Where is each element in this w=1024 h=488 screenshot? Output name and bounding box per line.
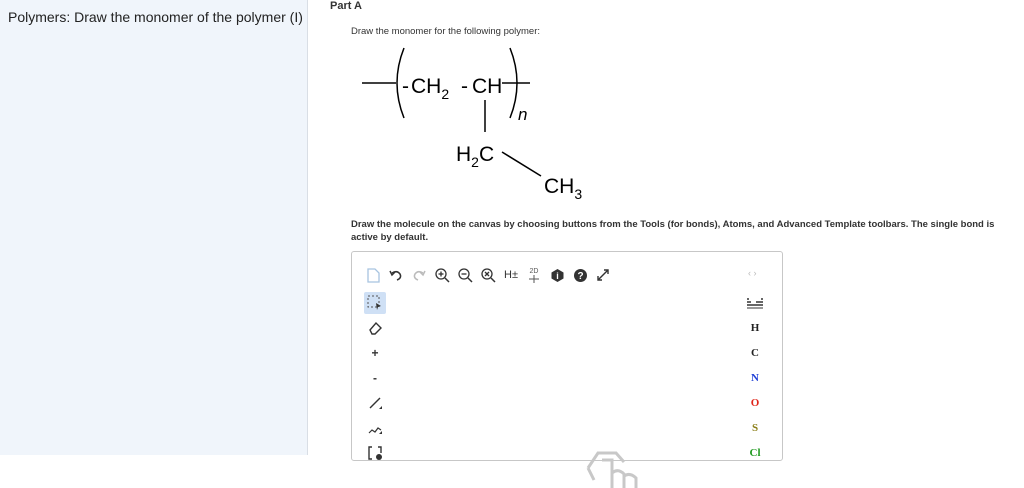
bracket-icon (368, 446, 382, 460)
chemdoodle-logo-icon (586, 451, 638, 488)
dash-left: - (402, 75, 409, 98)
lasso-select-icon (367, 295, 381, 310)
h2c-label: H2C (456, 143, 494, 170)
atom-s-label: S (751, 422, 759, 434)
part-label: Part A (330, 0, 362, 12)
atoms-toolbar: H C N O S Cl (744, 292, 768, 467)
clear-canvas-button[interactable] (479, 265, 497, 285)
clean-2d-button[interactable]: 2D (525, 265, 543, 285)
ch-label: CH (472, 75, 502, 98)
clean-2d-label: 2D (529, 267, 539, 275)
atom-c-label: C (751, 347, 759, 359)
toolbar-nav-arrows[interactable]: ‹ › (748, 268, 757, 278)
undo-icon (389, 270, 402, 281)
new-document-button[interactable] (364, 265, 382, 285)
single-bond-icon (369, 397, 382, 409)
tools-toolbar: + - (364, 292, 388, 467)
zoom-in-button[interactable] (433, 265, 451, 285)
hydrogens-button[interactable]: H± (502, 265, 520, 285)
undo-button[interactable] (387, 265, 405, 285)
atom-s-button[interactable]: S (744, 417, 766, 439)
bracket-tool-button[interactable] (364, 442, 386, 464)
atom-cl-label: Cl (749, 447, 761, 459)
atom-n-label: N (751, 372, 759, 384)
atom-o-button[interactable]: O (744, 392, 766, 414)
repeat-n-label: n (518, 105, 527, 124)
info-icon: i (551, 268, 563, 282)
eraser-tool-button[interactable] (364, 317, 386, 339)
atom-h-button[interactable]: H (744, 317, 766, 339)
polymer-structure: - CH2 - CH n H2C CH3 (362, 47, 582, 202)
chain-icon (368, 427, 382, 434)
ch3-label: CH3 (544, 175, 582, 202)
zoom-out-icon (457, 267, 473, 283)
select-tool-button[interactable] (364, 292, 386, 314)
top-toolbar: H± 2D i ? (364, 264, 617, 286)
zoom-in-icon (434, 267, 450, 283)
document-icon (366, 267, 380, 283)
svg-text:i: i (556, 271, 559, 281)
atom-c-button[interactable]: C (744, 342, 766, 364)
diagonal-bond (501, 151, 542, 177)
decrease-charge-button[interactable]: - (364, 367, 386, 389)
instructions-text: Draw the molecule on the canvas by choos… (351, 219, 995, 243)
atom-h-label: H (750, 322, 760, 334)
help-icon: ? (573, 268, 587, 282)
periodic-table-button[interactable] (744, 292, 766, 314)
dash-middle: - (461, 75, 468, 98)
help-button[interactable]: ? (571, 265, 589, 285)
svg-text:?: ? (577, 271, 583, 282)
redo-button[interactable] (410, 265, 428, 285)
ch2-label: CH2 (411, 75, 449, 102)
zoom-out-button[interactable] (456, 265, 474, 285)
atom-o-label: O (750, 397, 760, 409)
single-bond-button[interactable] (364, 392, 386, 414)
prompt-text: Draw the monomer for the following polym… (351, 26, 541, 37)
increase-charge-button[interactable]: + (364, 342, 386, 364)
fullscreen-button[interactable] (594, 265, 612, 285)
periodic-table-icon (747, 298, 763, 309)
question-title: Polymers: Draw the monomer of the polyme… (8, 9, 303, 25)
info-button[interactable]: i (548, 265, 566, 285)
eraser-icon (369, 321, 382, 335)
chain-tool-button[interactable] (364, 417, 386, 439)
redo-icon (413, 270, 426, 281)
expand-icon (597, 269, 609, 281)
drawing-canvas[interactable] (394, 292, 739, 488)
clean-2d-icon (529, 274, 539, 283)
molecule-editor: H± 2D i ? ‹ › + - H C N O S Cl (351, 251, 783, 488)
atom-cl-button[interactable]: Cl (744, 442, 766, 464)
atom-n-button[interactable]: N (744, 367, 766, 389)
main-content: Part A Draw the monomer for the followin… (308, 0, 1024, 488)
question-sidebar: Polymers: Draw the monomer of the polyme… (0, 0, 308, 455)
clear-icon (480, 267, 496, 283)
